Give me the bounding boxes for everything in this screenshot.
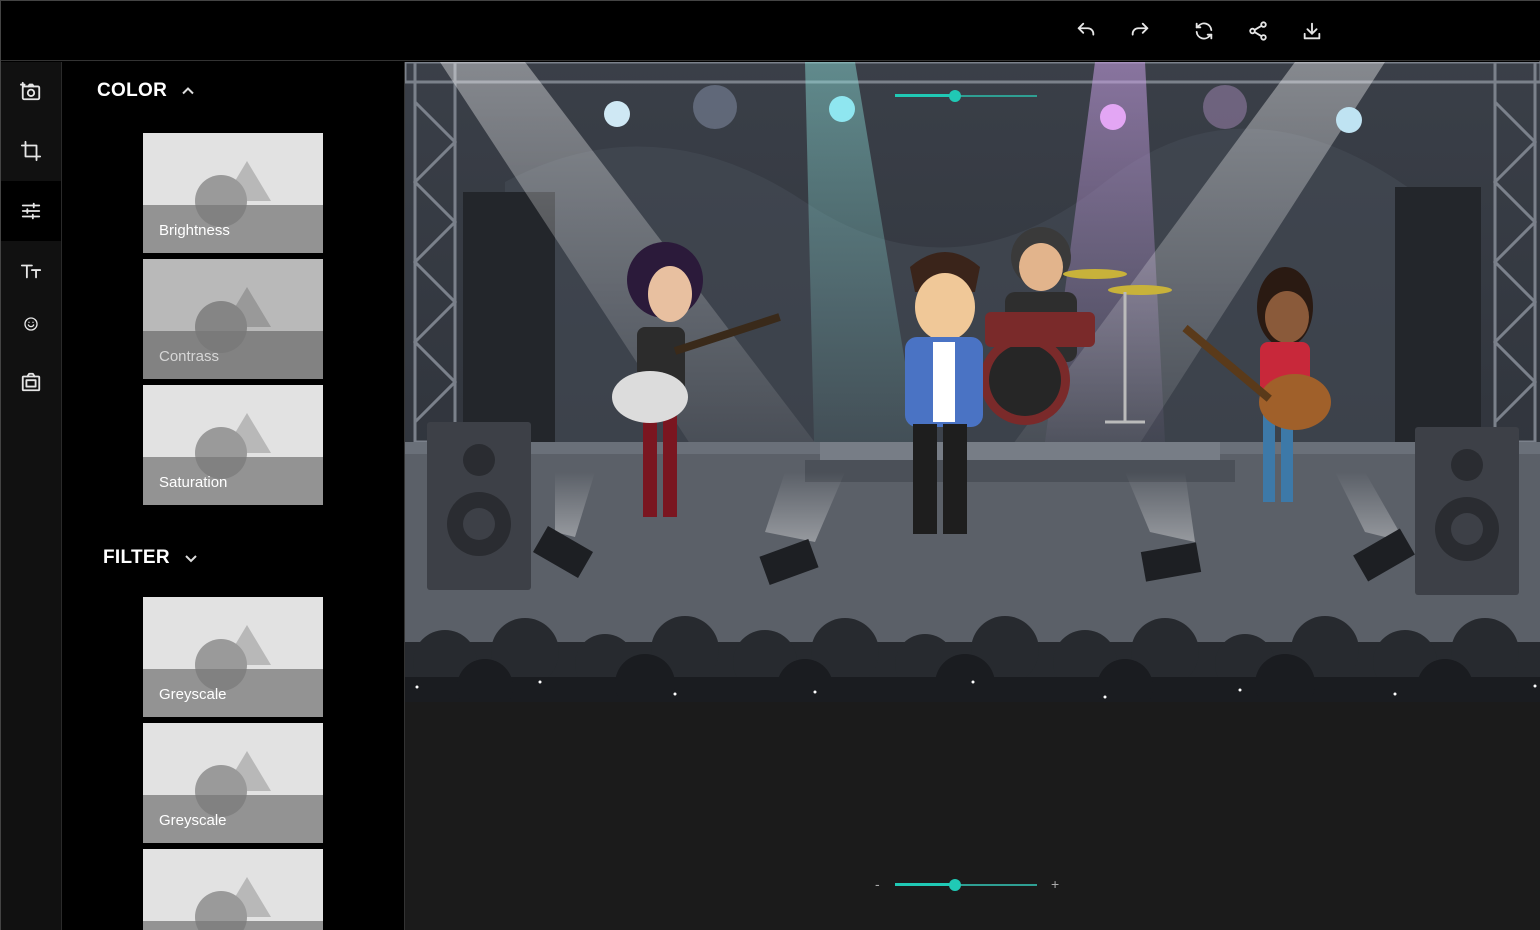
refresh-icon <box>1195 22 1213 40</box>
frame-icon <box>21 372 41 392</box>
greyscale-label: Greyscale <box>159 686 227 703</box>
brightness-option[interactable]: Brightness <box>143 133 323 253</box>
add-photo-button[interactable] <box>1 62 61 120</box>
greyscale-label: Greyscale <box>159 812 227 829</box>
filter-option[interactable] <box>143 849 323 930</box>
saturation-option[interactable]: Saturation <box>143 385 323 505</box>
canvas-area: - + <box>405 62 1540 930</box>
slider-handle[interactable] <box>949 90 961 102</box>
emoji-icon <box>24 317 38 331</box>
crop-button[interactable] <box>1 122 61 180</box>
adjustment-slider[interactable] <box>895 86 1037 106</box>
chevron-down-icon <box>185 555 197 563</box>
top-toolbar <box>1 1 1540 61</box>
redo-icon <box>1131 22 1149 36</box>
redo-button[interactable] <box>1126 17 1154 45</box>
adjust-button[interactable] <box>1 181 61 241</box>
tool-rail <box>1 62 62 930</box>
image-placeholder-icon <box>195 877 271 930</box>
zoom-out-button[interactable]: - <box>875 876 880 892</box>
frame-button[interactable] <box>1 353 61 411</box>
filter-section-title: FILTER <box>103 547 170 568</box>
color-section-title: COLOR <box>97 80 168 101</box>
zoom-slider[interactable] <box>895 875 1037 895</box>
text-icon <box>20 264 42 279</box>
contrast-option[interactable]: Contrass <box>143 259 323 379</box>
greyscale-filter-option[interactable]: Greyscale <box>143 723 323 843</box>
saturation-label: Saturation <box>159 474 228 491</box>
color-section-header[interactable]: COLOR <box>97 80 195 102</box>
brightness-label: Brightness <box>159 222 230 239</box>
photo-editor-app: COLOR Brightness Contrass Saturation FIL… <box>0 0 1540 930</box>
greyscale-filter-option[interactable]: Greyscale <box>143 597 323 717</box>
filter-section-header[interactable]: FILTER <box>103 547 198 569</box>
download-button[interactable] <box>1298 17 1326 45</box>
zoom-in-button[interactable]: + <box>1051 876 1059 892</box>
adjust-panel: COLOR Brightness Contrass Saturation FIL… <box>62 62 405 930</box>
text-button[interactable] <box>1 242 61 300</box>
undo-icon <box>1077 22 1095 36</box>
contrast-label: Contrass <box>159 348 220 365</box>
sliders-icon <box>21 202 41 220</box>
reset-button[interactable] <box>1190 17 1218 45</box>
add-photo-icon <box>20 81 41 101</box>
download-icon <box>1303 22 1321 40</box>
crop-icon <box>20 140 42 162</box>
zoom-slider-handle[interactable] <box>949 879 961 891</box>
chevron-up-icon <box>182 87 194 95</box>
sticker-button[interactable] <box>1 295 61 353</box>
share-icon <box>1249 21 1267 41</box>
concert-stage-image[interactable] <box>405 62 1540 702</box>
undo-button[interactable] <box>1072 17 1100 45</box>
share-button[interactable] <box>1244 17 1272 45</box>
